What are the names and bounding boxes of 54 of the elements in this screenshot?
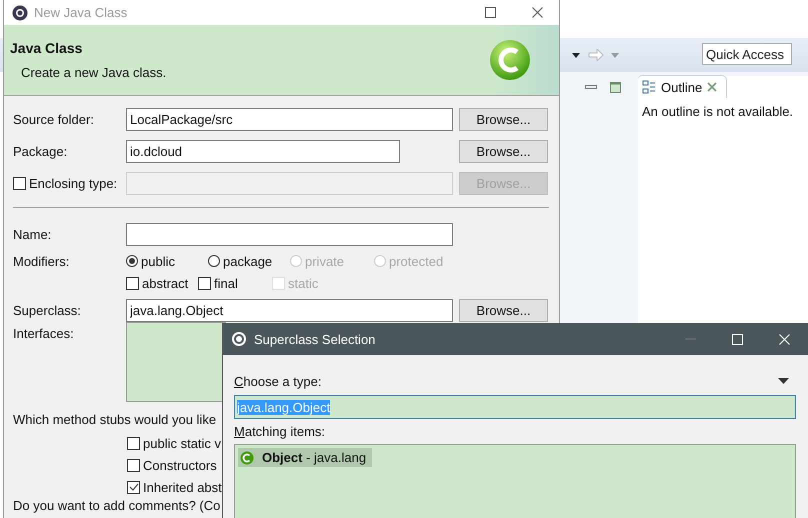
checkbox-label: public static v <box>143 436 222 450</box>
class-logo-icon <box>489 39 531 81</box>
radio-label: protected <box>389 254 444 268</box>
field-label: Interfaces: <box>13 326 75 341</box>
class-icon <box>240 450 254 464</box>
app-icon <box>12 4 28 20</box>
package-field[interactable]: io.dcloud <box>126 140 400 162</box>
radio-label: public <box>141 254 175 268</box>
quick-access-field[interactable]: Quick Access <box>702 43 792 65</box>
radio-label: private <box>305 254 344 268</box>
field-label: Name: <box>13 226 52 242</box>
radio-button[interactable] <box>126 255 138 267</box>
field-label: Package: <box>13 144 68 158</box>
outline-message: An outline is not available. <box>641 103 794 119</box>
field-label: Matching items: <box>234 424 326 441</box>
browse-button[interactable]: Browse... <box>459 108 548 130</box>
header-title: Java Class <box>10 40 84 56</box>
checkbox-label: Inherited abst <box>143 480 222 494</box>
superclass-field[interactable]: java.lang.Object <box>126 298 453 322</box>
checkbox-label: Constructors <box>143 458 217 472</box>
checkbox[interactable] <box>127 480 140 494</box>
browse-button[interactable]: Browse... <box>459 298 548 322</box>
list-item[interactable]: Object - java.lang <box>238 448 372 467</box>
app-icon <box>231 331 247 347</box>
checkbox-label: abstract <box>142 276 188 290</box>
maximize-icon[interactable] <box>485 7 496 18</box>
minimize-icon[interactable] <box>585 85 597 89</box>
source-folder-field[interactable]: LocalPackage/src <box>126 108 453 130</box>
checkbox[interactable] <box>198 276 211 290</box>
close-icon[interactable] <box>532 7 543 18</box>
radio-button[interactable] <box>208 255 220 267</box>
field-label: Choose a type: <box>234 374 322 388</box>
checkbox-label: static <box>288 276 318 290</box>
outline-icon <box>642 80 656 94</box>
checkbox-label: Enclosing type: <box>29 176 118 190</box>
dropdown-arrow-icon[interactable] <box>572 53 580 58</box>
checkbox-label: final <box>214 276 238 290</box>
checkbox[interactable] <box>126 276 139 290</box>
question-text: Do you want to add comments? (Co <box>13 498 220 515</box>
field-label: Superclass: <box>13 302 82 318</box>
dropdown-arrow-icon[interactable] <box>778 378 789 384</box>
close-icon[interactable] <box>707 82 718 92</box>
radio-label: package <box>223 254 272 268</box>
question-text: Which method stubs would you like <box>13 412 216 429</box>
name-field[interactable] <box>126 222 453 246</box>
checkbox[interactable] <box>127 458 140 472</box>
checkbox[interactable] <box>127 436 140 450</box>
window-title: New Java Class <box>34 5 128 20</box>
header-description: Create a new Java class. <box>21 65 168 80</box>
field-label: Modifiers: <box>13 254 70 268</box>
interfaces-list[interactable] <box>126 322 226 402</box>
window-title: Superclass Selection <box>254 332 376 346</box>
field-label: Source folder: <box>13 112 95 126</box>
browse-button[interactable]: Browse... <box>459 140 548 162</box>
